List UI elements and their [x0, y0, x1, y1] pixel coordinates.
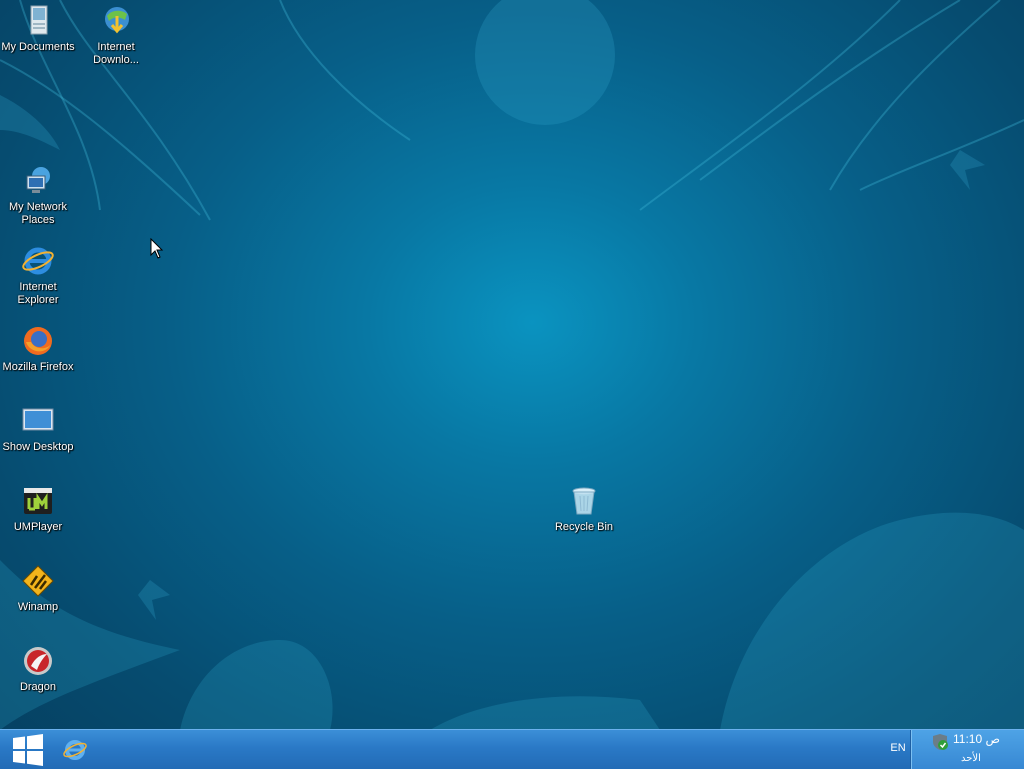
icon-label: My Documents: [1, 41, 75, 53]
internet-explorer-icon: [22, 247, 54, 275]
system-tray-clock[interactable]: 11:10 ص الأحد: [910, 730, 1024, 769]
desktop-wallpaper: [0, 0, 1024, 730]
my-documents-icon: [30, 5, 48, 35]
icon-label: Winamp: [17, 601, 59, 613]
show-desktop-icon: [22, 408, 54, 431]
start-button[interactable]: [0, 730, 56, 769]
umplayer-icon: [24, 488, 52, 514]
icon-label: Recycle Bin: [554, 521, 614, 533]
desktop-icon-winamp[interactable]: Winamp: [0, 564, 76, 614]
mouse-cursor-icon: [150, 238, 164, 259]
security-shield-icon[interactable]: [931, 733, 949, 751]
icon-label: Internet Explorer: [17, 281, 59, 306]
desktop-icon-my-documents[interactable]: My Documents: [0, 4, 76, 54]
desktop-icon-umplayer[interactable]: UMPlayer: [0, 484, 76, 534]
desktop-icon-dragon[interactable]: Dragon: [0, 644, 76, 694]
desktop-icon-internet-explorer[interactable]: Internet Explorer: [0, 244, 76, 307]
clock-time: 11:10 ص: [953, 732, 1000, 746]
winamp-icon: [22, 565, 54, 597]
language-indicator[interactable]: EN: [886, 742, 910, 754]
dragon-browser-icon: [24, 647, 52, 675]
desktop-icon-my-network-places[interactable]: My Network Places: [0, 164, 76, 227]
icon-label: UMPlayer: [13, 521, 63, 533]
clock-day: الأحد: [961, 753, 981, 764]
icon-label: Mozilla Firefox: [2, 361, 74, 373]
icon-label: My Network Places: [8, 201, 68, 226]
network-places-icon: [26, 167, 50, 193]
quick-launch-internet-explorer-icon[interactable]: [62, 737, 88, 763]
desktop-icon-show-desktop[interactable]: Show Desktop: [0, 404, 76, 454]
desktop-icon-recycle-bin[interactable]: Recycle Bin: [546, 484, 622, 534]
recycle-bin-icon: [572, 487, 596, 515]
desktop-icon-internet-download-manager[interactable]: Internet Downlo...: [78, 4, 154, 67]
icon-label: Show Desktop: [2, 441, 74, 453]
desktop-icon-mozilla-firefox[interactable]: Mozilla Firefox: [0, 324, 76, 374]
taskbar: EN 11:10 ص الأحد: [0, 729, 1024, 769]
firefox-icon: [24, 327, 52, 355]
icon-label: Dragon: [19, 681, 57, 693]
windows-logo-icon: [13, 734, 43, 766]
icon-label: Internet Downlo...: [93, 41, 139, 66]
internet-download-manager-icon: [105, 7, 129, 34]
